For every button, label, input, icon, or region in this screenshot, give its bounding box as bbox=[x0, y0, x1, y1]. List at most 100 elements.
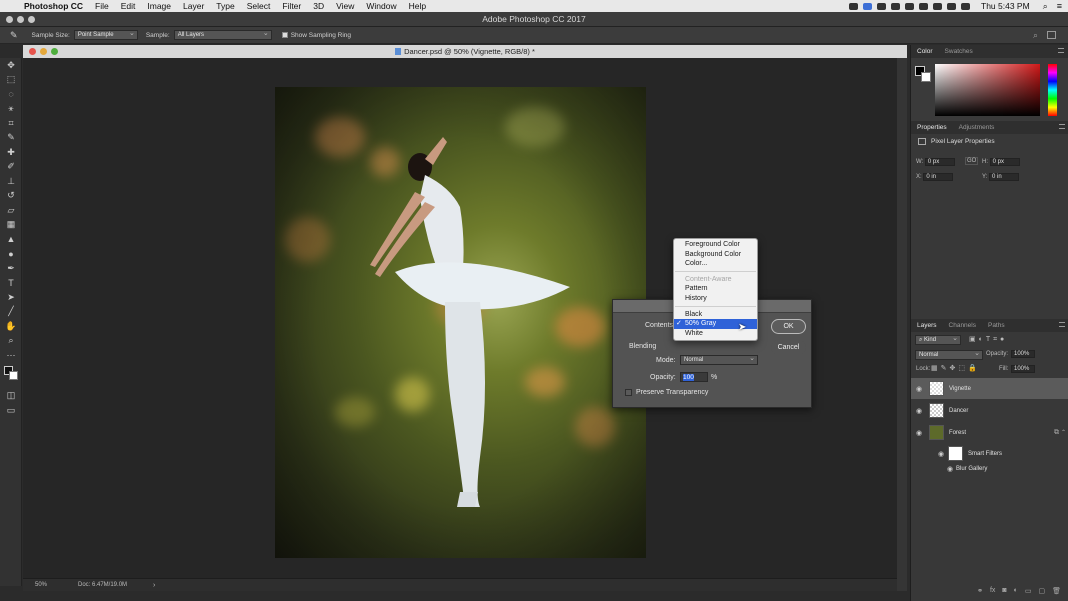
collapse-effects-icon[interactable]: ⌃ bbox=[1061, 429, 1066, 436]
menu-item-foreground-color[interactable]: Foreground Color bbox=[674, 240, 757, 250]
sync-icon[interactable] bbox=[905, 2, 915, 10]
quick-mask-icon[interactable]: ◫ bbox=[0, 389, 22, 404]
healing-tool-icon[interactable]: ✚ bbox=[0, 145, 22, 160]
menu-help[interactable]: Help bbox=[403, 1, 432, 11]
history-brush-icon[interactable]: ↺ bbox=[0, 189, 22, 204]
tab-properties[interactable]: Properties bbox=[911, 124, 953, 131]
eraser-tool-icon[interactable]: ▱ bbox=[0, 203, 22, 218]
screen-icon[interactable] bbox=[877, 2, 887, 10]
menu-image[interactable]: Image bbox=[141, 1, 177, 11]
doc-size[interactable]: Doc: 6.47M/19.0M bbox=[78, 579, 127, 592]
new-layer-icon[interactable]: ▢ bbox=[1038, 587, 1045, 599]
gradient-tool-icon[interactable]: ▦ bbox=[0, 218, 22, 233]
canvas-scrollbar[interactable] bbox=[897, 58, 907, 591]
trash-icon[interactable]: 🗑 bbox=[1052, 587, 1061, 599]
menu-3d[interactable]: 3D bbox=[307, 1, 330, 11]
tab-adjustments[interactable]: Adjustments bbox=[953, 124, 1001, 131]
dropbox-icon[interactable] bbox=[863, 2, 873, 10]
path-select-icon[interactable]: ➤ bbox=[0, 290, 22, 305]
menu-item-background-color[interactable]: Background Color bbox=[674, 250, 757, 260]
clock[interactable]: Thu 5:43 PM bbox=[981, 1, 1030, 11]
tab-channels[interactable]: Channels bbox=[943, 322, 982, 329]
cancel-button[interactable]: Cancel bbox=[771, 340, 806, 355]
pen-tool-icon[interactable]: ✒ bbox=[0, 261, 22, 276]
visibility-eye-icon[interactable]: ◉ bbox=[915, 429, 923, 437]
hand-tool-icon[interactable]: ✋ bbox=[0, 319, 22, 334]
tab-color[interactable]: Color bbox=[911, 48, 939, 55]
visibility-eye-icon[interactable]: ◉ bbox=[915, 385, 923, 393]
menu-item-history[interactable]: History bbox=[674, 294, 757, 304]
menu-window[interactable]: Window bbox=[360, 1, 402, 11]
menu-item-black[interactable]: Black bbox=[674, 310, 757, 320]
stamp-tool-icon[interactable]: ⊥ bbox=[0, 174, 22, 189]
panel-menu-icon[interactable] bbox=[1058, 48, 1064, 53]
tab-paths[interactable]: Paths bbox=[982, 322, 1011, 329]
preserve-transparency-checkbox[interactable] bbox=[625, 389, 632, 396]
canvas-image[interactable] bbox=[275, 87, 646, 558]
adjustment-layer-icon[interactable]: ◐ bbox=[1014, 587, 1018, 599]
layer-filter-icons[interactable]: ▣◐T⌗● bbox=[969, 335, 1007, 344]
notification-list-icon[interactable]: ≡ bbox=[1057, 1, 1062, 11]
sampling-ring-checkbox[interactable] bbox=[281, 32, 288, 38]
color-swatches-icon[interactable] bbox=[0, 363, 22, 389]
lock-icons[interactable]: ▦✎✥⬚🔒 bbox=[931, 364, 980, 372]
eyedropper-icon[interactable]: ✎ bbox=[0, 131, 22, 146]
opacity-field[interactable]: 100 bbox=[680, 372, 708, 382]
layer-row-dancer[interactable]: ◉ Dancer bbox=[911, 400, 1068, 421]
eject-icon[interactable] bbox=[947, 2, 957, 10]
menu-filter[interactable]: Filter bbox=[276, 1, 307, 11]
link-dimensions-icon[interactable]: GO bbox=[965, 157, 979, 165]
magic-wand-tool-icon[interactable]: ⚹ bbox=[0, 102, 22, 117]
marquee-tool-icon[interactable]: ⬚ bbox=[0, 73, 22, 88]
tab-swatches[interactable]: Swatches bbox=[939, 48, 979, 55]
link-layers-icon[interactable]: ⚭ bbox=[977, 587, 983, 599]
background-swatch[interactable] bbox=[921, 72, 931, 82]
screen-mode-icon[interactable]: ▭ bbox=[0, 403, 22, 418]
type-tool-icon[interactable]: T bbox=[0, 276, 22, 291]
menu-item-pattern[interactable]: Pattern bbox=[674, 284, 757, 294]
hue-slider[interactable] bbox=[1048, 64, 1057, 116]
record-icon[interactable] bbox=[849, 2, 859, 10]
layer-row-vignette[interactable]: ◉ Vignette bbox=[911, 378, 1068, 399]
menu-select[interactable]: Select bbox=[241, 1, 277, 11]
menu-view[interactable]: View bbox=[330, 1, 360, 11]
doc-zoom-icon[interactable] bbox=[51, 48, 58, 55]
panel-menu-icon[interactable] bbox=[1059, 124, 1065, 129]
menu-type[interactable]: Type bbox=[210, 1, 240, 11]
cloud-icon[interactable] bbox=[891, 2, 901, 10]
blur-gallery-row[interactable]: ◉ Blur Gallery bbox=[911, 461, 1068, 476]
zoom-tool-icon[interactable]: ⌕ bbox=[0, 334, 22, 349]
menu-file[interactable]: File bbox=[89, 1, 115, 11]
blend-mode-select[interactable]: Normal bbox=[915, 349, 983, 360]
search-icon[interactable]: ⌕ bbox=[1033, 30, 1038, 41]
brush-tool-icon[interactable]: ✐ bbox=[0, 160, 22, 175]
panel-menu-icon[interactable] bbox=[1059, 322, 1065, 327]
visibility-eye-icon[interactable]: ◉ bbox=[937, 450, 945, 458]
more-tools-icon[interactable]: ⋯ bbox=[0, 348, 22, 363]
doc-minimize-icon[interactable] bbox=[40, 48, 47, 55]
sample-size-select[interactable]: Point Sample bbox=[73, 29, 138, 40]
visibility-eye-icon[interactable]: ◉ bbox=[946, 465, 954, 473]
layer-row-forest[interactable]: ◉ Forest ⧉ ⌃ bbox=[911, 422, 1068, 443]
workspace-icon[interactable] bbox=[1047, 31, 1056, 39]
layer-filter-select[interactable]: ⌕ Kind bbox=[915, 334, 961, 345]
x-field[interactable]: 0 in bbox=[923, 173, 954, 181]
sample-select[interactable]: All Layers bbox=[173, 29, 272, 40]
display-icon[interactable] bbox=[919, 2, 929, 10]
eyedropper-tool-icon[interactable]: ✎ bbox=[10, 30, 18, 41]
zoom-level[interactable]: 50% bbox=[35, 579, 47, 592]
layer-opacity-field[interactable]: 100% bbox=[1011, 350, 1035, 358]
add-mask-icon[interactable]: ◙ bbox=[1002, 587, 1006, 599]
move-tool-icon[interactable]: ✥ bbox=[0, 58, 22, 73]
menu-item-color[interactable]: Color... bbox=[674, 259, 757, 269]
h-field[interactable]: 0 px bbox=[989, 158, 1020, 166]
blur-tool-icon[interactable]: ▲ bbox=[0, 232, 22, 247]
fx-icon[interactable]: fx bbox=[990, 587, 995, 599]
spotlight-icon[interactable]: ⌕ bbox=[1043, 1, 1048, 12]
fill-field[interactable]: 100% bbox=[1011, 365, 1035, 373]
lasso-tool-icon[interactable]: ◌ bbox=[0, 87, 22, 102]
visibility-eye-icon[interactable]: ◉ bbox=[915, 407, 923, 415]
crop-tool-icon[interactable]: ⌗ bbox=[0, 116, 22, 131]
color-field[interactable] bbox=[935, 64, 1040, 116]
w-field[interactable]: 0 px bbox=[924, 158, 955, 166]
